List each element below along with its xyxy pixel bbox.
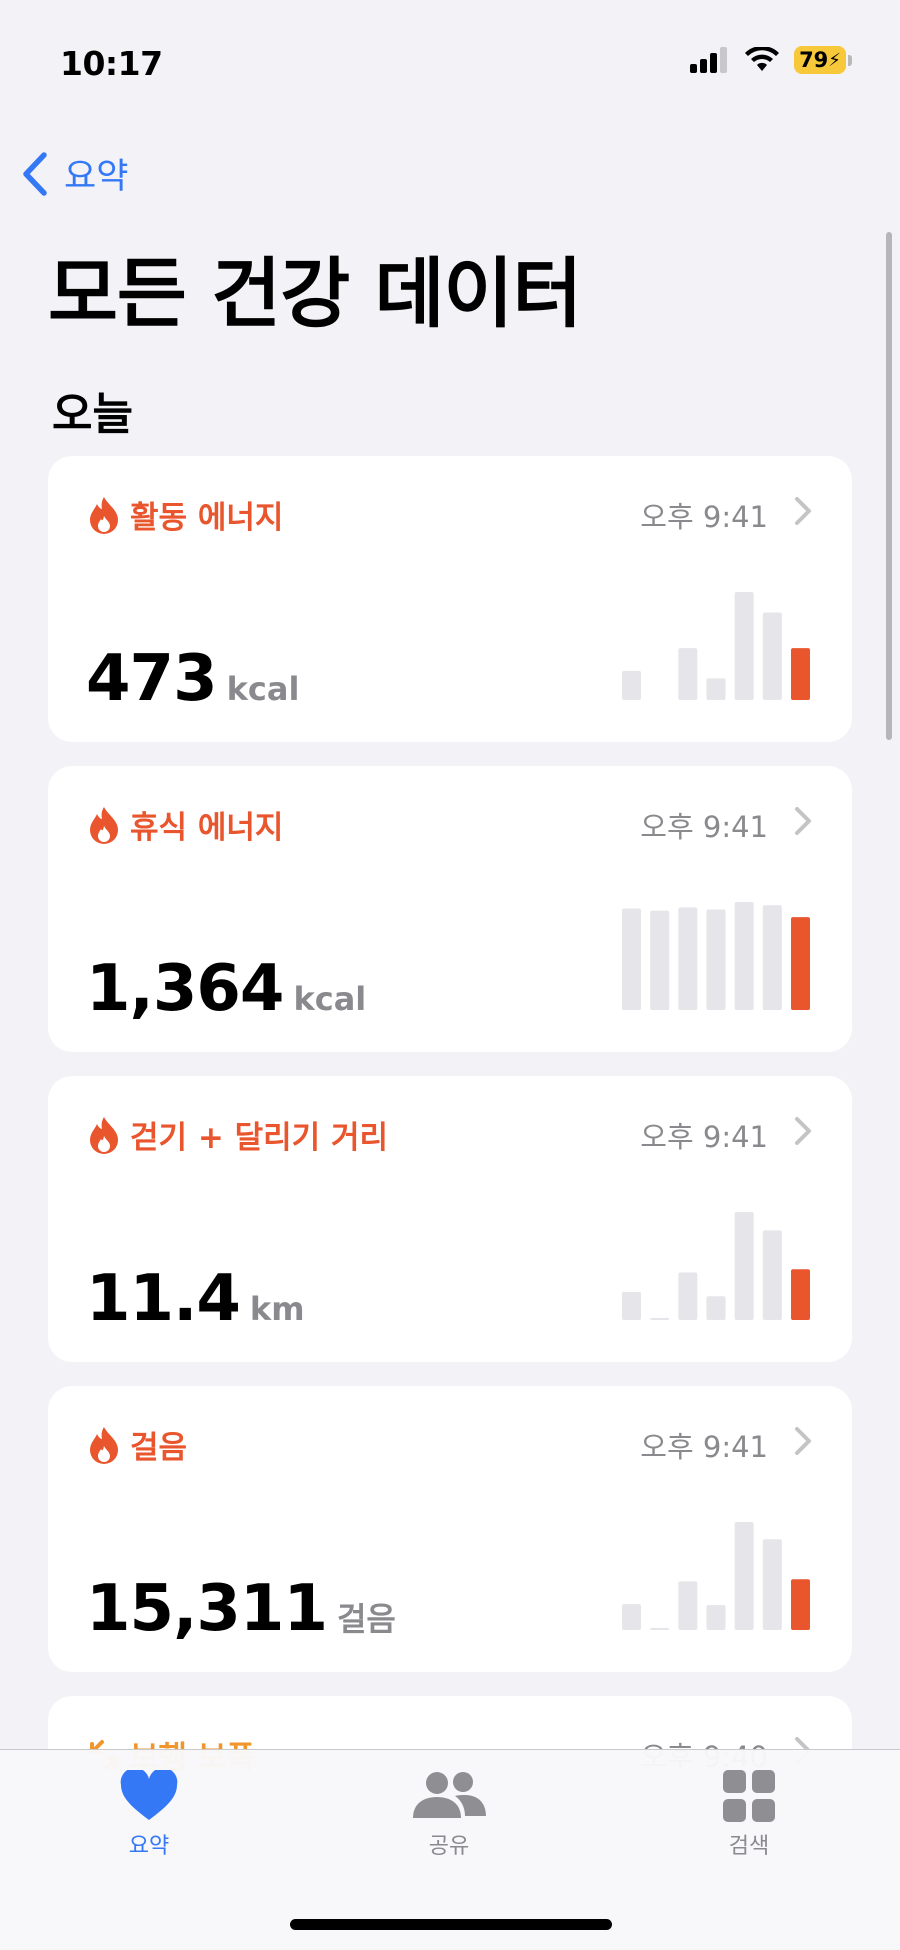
card-timestamp: 오후 9:41 [640, 500, 768, 534]
bar-previous [678, 1581, 698, 1630]
bar-previous [762, 1539, 782, 1630]
bar-today [791, 648, 810, 700]
card-activity-energy[interactable]: 활동 에너지 오후 9:41 473 kcal [48, 456, 852, 742]
card-title-label: 걷기 + 달리기 거리 [130, 1120, 388, 1156]
card-steps[interactable]: 걸음 오후 9:41 15,311 걸음 [48, 1386, 852, 1672]
bar-today [791, 1269, 810, 1320]
card-timestamp: 오후 9:41 [640, 1120, 768, 1154]
card-title: 걸음 [88, 1422, 187, 1467]
bar-previous [734, 1522, 754, 1630]
bar-previous [622, 1291, 641, 1320]
bar-previous [734, 592, 754, 700]
people-icon [413, 1772, 486, 1818]
bar-previous [706, 1296, 726, 1320]
tab-sharing[interactable]: 공유 [369, 1770, 529, 1860]
card-timestamp: 오후 9:41 [640, 1430, 768, 1464]
bar-previous [706, 909, 726, 1010]
battery-level: 79 [799, 48, 829, 72]
chevron-right-icon [795, 1117, 811, 1145]
card-value: 11.4 km [86, 1262, 305, 1336]
bar-previous [650, 910, 670, 1010]
card-value-unit: km [249, 1290, 305, 1328]
bar-previous [734, 1212, 754, 1320]
card-resting-energy[interactable]: 휴식 에너지 오후 9:41 1,364 kcal [48, 766, 852, 1052]
bar-previous [650, 1627, 670, 1630]
status-icons: 79 ⚡ [690, 46, 852, 74]
bar-previous [762, 1230, 782, 1320]
bar-previous [678, 648, 698, 700]
tab-summary[interactable]: 요약 [69, 1770, 229, 1860]
mini-bar-chart [622, 1212, 810, 1320]
bar-previous [706, 1605, 726, 1630]
flame-icon [90, 496, 118, 534]
chevron-right-icon [795, 807, 811, 835]
bar-previous [678, 907, 698, 1010]
card-walking-running-distance[interactable]: 걷기 + 달리기 거리 오후 9:41 11.4 km [48, 1076, 852, 1362]
mini-bar-chart [622, 902, 810, 1010]
wifi-icon [745, 47, 779, 71]
bar-previous [650, 1317, 670, 1320]
mini-bar-chart [622, 592, 810, 700]
back-button[interactable]: 요약 [20, 148, 128, 199]
grid-icon [723, 1770, 775, 1822]
card-title: 활동 에너지 [88, 492, 283, 537]
home-indicator [290, 1919, 612, 1930]
bar-previous [762, 905, 782, 1010]
page-title: 모든 건강 데이터 [48, 249, 582, 338]
bar-previous [762, 612, 782, 700]
flame-icon [90, 806, 118, 844]
scroll-indicator[interactable] [886, 232, 892, 740]
card-title: 걷기 + 달리기 거리 [88, 1112, 388, 1157]
flame-icon [90, 1116, 118, 1154]
card-timestamp: 오후 9:41 [640, 810, 768, 844]
bar-previous [622, 670, 641, 700]
status-bar: 10:17 79 ⚡ [0, 0, 900, 120]
card-value-unit: 걸음 [336, 1600, 396, 1638]
bar-today [791, 1579, 810, 1630]
mini-bar-chart [622, 1522, 810, 1630]
tab-browse[interactable]: 검색 [669, 1770, 829, 1860]
card-title: 휴식 에너지 [88, 802, 283, 847]
card-value-number: 1,364 [86, 952, 284, 1026]
status-time: 10:17 [60, 44, 163, 83]
card-value: 15,311 걸음 [86, 1572, 396, 1646]
card-value: 473 kcal [86, 642, 299, 716]
card-value-number: 15,311 [86, 1572, 328, 1646]
card-title-label: 걸음 [130, 1430, 188, 1466]
card-title-label: 휴식 에너지 [130, 810, 284, 846]
chevron-right-icon [795, 497, 811, 525]
card-title-label: 활동 에너지 [130, 500, 284, 536]
battery-indicator: 79 ⚡ [794, 46, 846, 74]
tab-label: 검색 [728, 1834, 770, 1859]
section-title-today: 오늘 [52, 389, 133, 440]
bar-previous [734, 902, 754, 1010]
card-value-unit: kcal [226, 670, 300, 708]
tab-label: 요약 [128, 1834, 170, 1859]
bar-previous [622, 908, 641, 1010]
battery-tip [848, 54, 852, 66]
chevron-left-icon [23, 151, 47, 196]
card-value-number: 473 [86, 642, 218, 716]
cellular-signal-icon [690, 47, 727, 73]
tab-bar: 요약 공유 검색 [0, 1749, 900, 1950]
bar-previous [678, 1272, 698, 1320]
card-value-unit: kcal [293, 980, 367, 1018]
card-value: 1,364 kcal [86, 952, 366, 1026]
charging-bolt-icon: ⚡ [828, 49, 841, 71]
tab-label: 공유 [428, 1834, 470, 1859]
health-data-list: 활동 에너지 오후 9:41 473 kcal 휴식 에너지 오후 9:41 1… [48, 456, 852, 1920]
flame-icon [90, 1426, 118, 1464]
bar-previous [706, 678, 726, 700]
back-button-label: 요약 [64, 157, 129, 197]
bar-previous [622, 1604, 641, 1630]
chevron-right-icon [795, 1427, 811, 1455]
card-value-number: 11.4 [86, 1262, 241, 1336]
heart-icon [120, 1770, 178, 1820]
bar-today [791, 917, 810, 1010]
